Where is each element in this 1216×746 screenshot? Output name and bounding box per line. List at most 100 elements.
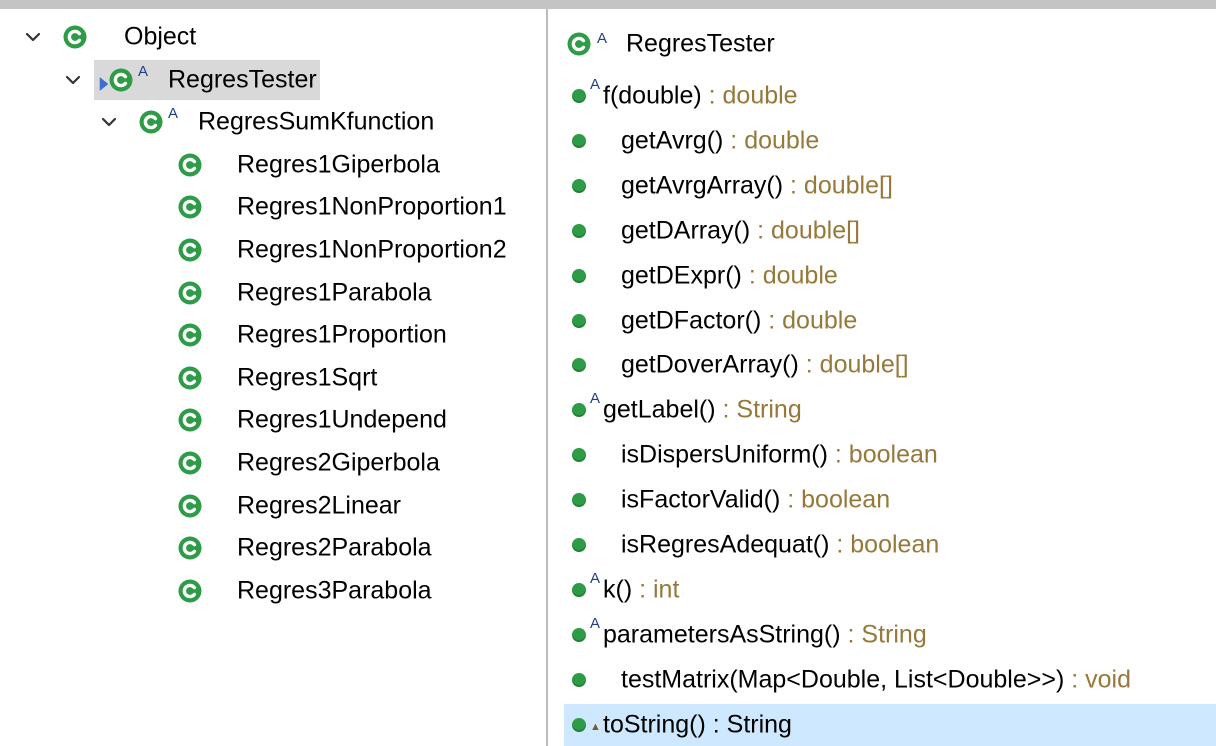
public-method-icon bbox=[572, 223, 586, 238]
tree-item[interactable]: Regres1Sqrt bbox=[0, 358, 546, 398]
public-method-icon bbox=[572, 89, 586, 103]
chevron-down-icon[interactable] bbox=[62, 69, 84, 91]
abstract-marker: A bbox=[138, 62, 149, 80]
member-signature: k() : int bbox=[603, 575, 679, 604]
member-item[interactable]: testMatrix(Map<Double, List<Double>>) : … bbox=[548, 659, 1216, 701]
public-method-icon bbox=[572, 313, 586, 328]
member-item[interactable]: getAvrgArray() : double[] bbox=[548, 165, 1216, 207]
class-icon bbox=[138, 109, 164, 135]
class-icon bbox=[177, 578, 203, 604]
member-item[interactable]: isDispersUniform() : boolean bbox=[548, 434, 1216, 476]
member-name: parametersAsString() bbox=[603, 620, 841, 649]
type-hierarchy-tree[interactable]: Object A RegresTester A RegresSumKfunction Re… bbox=[0, 9, 546, 746]
tree-item[interactable]: Regres1NonProportion2 bbox=[0, 230, 546, 270]
public-method-icon bbox=[572, 268, 586, 283]
tree-item-label: Regres1Parabola bbox=[237, 278, 432, 307]
class-icon bbox=[177, 152, 203, 178]
member-item[interactable]: AparametersAsString() : String bbox=[548, 614, 1216, 656]
tree-item-label: Regres1Proportion bbox=[237, 320, 447, 349]
member-item[interactable]: AgetLabel() : String bbox=[548, 389, 1216, 431]
member-item[interactable]: getDFactor() : double bbox=[548, 300, 1216, 342]
abstract-marker: A bbox=[590, 76, 601, 93]
member-return-type: : double bbox=[723, 126, 820, 155]
abstract-marker: A bbox=[590, 569, 601, 587]
member-item[interactable]: isRegresAdequat() : boolean bbox=[548, 524, 1216, 566]
class-icon bbox=[177, 493, 203, 519]
member-signature: getDArray() : double[] bbox=[621, 216, 860, 245]
class-icon bbox=[62, 24, 88, 50]
public-method-icon bbox=[572, 627, 586, 642]
tree-item[interactable]: A RegresTester bbox=[0, 59, 546, 100]
class-icon bbox=[108, 67, 134, 93]
member-return-type: : String bbox=[715, 395, 802, 424]
chevron-down-icon[interactable] bbox=[98, 111, 120, 133]
member-item[interactable]: Ak() : int bbox=[548, 569, 1216, 611]
member-return-type: : void bbox=[1064, 665, 1131, 694]
member-return-type: : double[] bbox=[750, 216, 860, 245]
member-name: isDispersUniform() bbox=[621, 440, 828, 469]
top-border bbox=[0, 0, 1216, 9]
tree-item-label: Regres1Giperbola bbox=[237, 150, 440, 179]
member-name: getAvrgArray() bbox=[621, 171, 784, 200]
member-return-type: : boolean bbox=[780, 485, 891, 514]
member-return-type: : double bbox=[741, 261, 838, 290]
tree-item-label: Regres2Giperbola bbox=[237, 448, 440, 477]
public-method-icon bbox=[572, 493, 586, 508]
member-signature: getAvrg() : double bbox=[621, 126, 819, 155]
override-marker-icon: ▲ bbox=[590, 720, 601, 733]
member-signature: toString() : String bbox=[603, 710, 792, 739]
member-return-type: : String bbox=[840, 620, 927, 649]
member-return-type: : double bbox=[761, 306, 858, 334]
member-item[interactable]: isFactorValid() : boolean bbox=[548, 479, 1216, 521]
tree-item[interactable]: Regres1NonProportion1 bbox=[0, 187, 546, 227]
tree-item-label: RegresSumKfunction bbox=[198, 107, 435, 136]
member-item[interactable]: getAvrg() : double bbox=[548, 120, 1216, 162]
public-method-icon bbox=[572, 358, 586, 373]
tree-item[interactable]: Regres1Proportion bbox=[0, 315, 546, 355]
member-item[interactable]: getDArray() : double[] bbox=[548, 210, 1216, 252]
public-method-icon bbox=[572, 582, 586, 597]
tree-item[interactable]: Regres1Parabola bbox=[0, 273, 546, 313]
public-method-icon bbox=[572, 448, 586, 463]
tree-item[interactable]: Object bbox=[0, 17, 546, 57]
member-signature: getLabel() : String bbox=[603, 396, 802, 425]
tree-item-label: Regres1Sqrt bbox=[237, 363, 378, 392]
tree-item[interactable]: Regres1Giperbola bbox=[0, 145, 546, 185]
member-name: toString() bbox=[603, 710, 706, 739]
member-signature: parametersAsString() : String bbox=[603, 620, 927, 649]
member-item[interactable]: ▲ toString() : String bbox=[564, 703, 1216, 746]
member-return-type: : double bbox=[701, 81, 798, 110]
public-method-icon bbox=[572, 403, 586, 418]
member-item[interactable]: Af(double) : double bbox=[548, 75, 1216, 117]
member-return-type: : double[] bbox=[783, 171, 893, 200]
tree-item[interactable]: Regres1Undepend bbox=[0, 400, 546, 440]
class-icon bbox=[177, 450, 203, 476]
member-signature: getAvrgArray() : double[] bbox=[621, 171, 893, 200]
member-signature: f(double) : double bbox=[603, 82, 798, 111]
abstract-marker: A bbox=[590, 614, 601, 632]
member-name: getLabel() bbox=[603, 395, 716, 424]
tree-item[interactable]: Regres2Linear bbox=[0, 486, 546, 526]
class-icon bbox=[177, 407, 203, 433]
member-signature: isFactorValid() : boolean bbox=[621, 486, 890, 515]
tree-item[interactable]: Regres2Giperbola bbox=[0, 443, 546, 483]
member-item[interactable]: getDoverArray() : double[] bbox=[548, 344, 1216, 386]
tree-item-label: Regres2Linear bbox=[237, 491, 401, 520]
chevron-down-icon[interactable] bbox=[22, 26, 44, 48]
tree-item[interactable]: Regres3Parabola bbox=[0, 571, 546, 611]
member-name: getDArray() bbox=[621, 216, 751, 245]
member-return-type: : int bbox=[632, 575, 680, 604]
member-signature: getDFactor() : double bbox=[621, 306, 857, 335]
member-name: k() bbox=[603, 575, 633, 604]
tree-item[interactable]: A RegresSumKfunction bbox=[0, 102, 546, 142]
member-signature: testMatrix(Map<Double, List<Double>>) : … bbox=[621, 665, 1131, 694]
public-method-icon bbox=[572, 672, 586, 687]
class-icon bbox=[566, 31, 592, 57]
class-icon bbox=[177, 194, 203, 220]
abstract-marker: A bbox=[597, 30, 608, 47]
member-return-type: : double[] bbox=[798, 350, 909, 379]
member-return-type: : boolean bbox=[827, 440, 938, 469]
member-return-type: : String bbox=[705, 710, 792, 739]
member-item[interactable]: getDExpr() : double bbox=[548, 255, 1216, 297]
tree-item[interactable]: Regres2Parabola bbox=[0, 528, 546, 568]
